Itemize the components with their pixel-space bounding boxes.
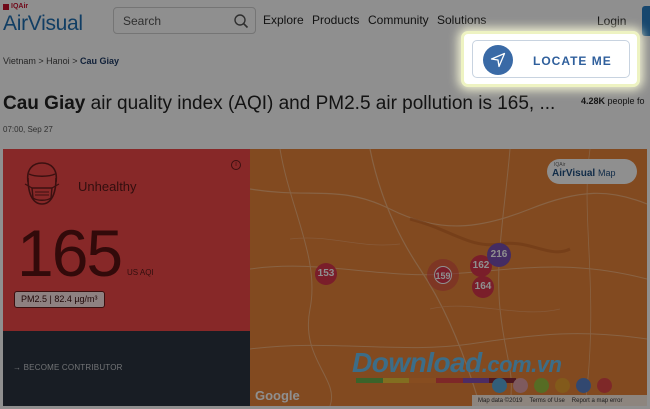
title-rest: air quality index (AQI) and PM2.5 air po… <box>85 93 556 114</box>
locate-me-button[interactable]: LOCATE ME <box>472 40 630 78</box>
masked-face-icon <box>24 162 60 205</box>
map-marker[interactable]: 164 <box>472 276 494 298</box>
air-quality-map[interactable]: 153 159 162 216 164 IQAir AirVisual Map … <box>250 149 647 406</box>
title-city: Cau Giay <box>3 93 86 114</box>
breadcrumb-city[interactable]: Hanoi <box>46 56 70 66</box>
map-layer-dots[interactable] <box>492 378 612 393</box>
login-link[interactable]: Login <box>597 14 626 28</box>
map-marker-selected[interactable]: 159 <box>434 266 452 284</box>
map-data-credit: Map data ©2019 <box>478 397 523 404</box>
become-contributor-link[interactable]: → BECOME CONTRIBUTOR <box>13 363 123 372</box>
layer-dot[interactable] <box>492 378 507 393</box>
breadcrumb-separator: > <box>72 56 78 66</box>
iqair-logo[interactable]: IQAir <box>3 3 28 10</box>
breadcrumb-separator: > <box>38 56 44 66</box>
search-input[interactable] <box>123 13 233 29</box>
layer-dot[interactable] <box>597 378 612 393</box>
page-title: Cau Giay air quality index (AQI) and PM2… <box>3 93 555 115</box>
layer-dot[interactable] <box>576 378 591 393</box>
nav-products[interactable]: Products <box>312 13 359 27</box>
layer-dot[interactable] <box>555 378 570 393</box>
aqi-unit: US AQI <box>127 268 154 277</box>
update-time: 07:00, Sep 27 <box>3 125 53 134</box>
nav-community[interactable]: Community <box>368 13 429 27</box>
locate-icon-circle <box>483 45 513 75</box>
airvisual-logo[interactable]: AirVisual <box>3 12 83 36</box>
map-brand-name: AirVisual Map <box>552 168 616 179</box>
arrow-right-icon: → <box>13 363 22 372</box>
search-icon[interactable] <box>233 13 249 29</box>
aqi-status: Unhealthy <box>78 179 137 194</box>
breadcrumb-current: Cau Giay <box>79 56 119 66</box>
layer-dot[interactable] <box>534 378 549 393</box>
nav-solutions[interactable]: Solutions <box>437 13 486 27</box>
followers-suffix: people fo <box>605 96 645 106</box>
map-marker[interactable]: 216 <box>487 243 511 267</box>
navigation-arrow-icon <box>490 52 506 68</box>
layer-dot[interactable] <box>513 378 528 393</box>
report-map-error-link[interactable]: Report a map error <box>572 398 623 404</box>
aqi-value: 165 <box>17 216 123 290</box>
google-logo: Google <box>255 388 300 403</box>
info-icon[interactable]: i <box>231 160 241 170</box>
contributor-panel: → BECOME CONTRIBUTOR <box>3 331 250 406</box>
followers-number: 4.28K <box>581 96 606 106</box>
fullscreen-icon[interactable] <box>618 165 632 179</box>
breadcrumb: Vietnam > Hanoi > Cau Giay <box>3 56 119 66</box>
logo-top-text: IQAir <box>11 3 29 10</box>
followers-count: 4.28K people fo <box>581 96 645 106</box>
aqi-panel: Unhealthy i 165 US AQI PM2.5 | 82.4 µg/m… <box>3 149 250 331</box>
download-watermark: Download.com.vn <box>352 347 562 378</box>
logo-mark-icon <box>3 3 9 10</box>
signup-button[interactable] <box>642 6 650 36</box>
map-marker[interactable]: 153 <box>315 263 337 285</box>
breadcrumb-country[interactable]: Vietnam <box>3 56 36 66</box>
nav-explore[interactable]: Explore <box>263 13 304 27</box>
contributor-label: BECOME CONTRIBUTOR <box>23 363 123 372</box>
locate-me-label: LOCATE ME <box>533 54 612 68</box>
search-box[interactable] <box>113 7 256 34</box>
terms-link[interactable]: Terms of Use <box>529 398 564 404</box>
pm25-badge: PM2.5 | 82.4 µg/m³ <box>14 291 105 308</box>
map-footer: Map data ©2019 Terms of Use Report a map… <box>472 395 647 406</box>
